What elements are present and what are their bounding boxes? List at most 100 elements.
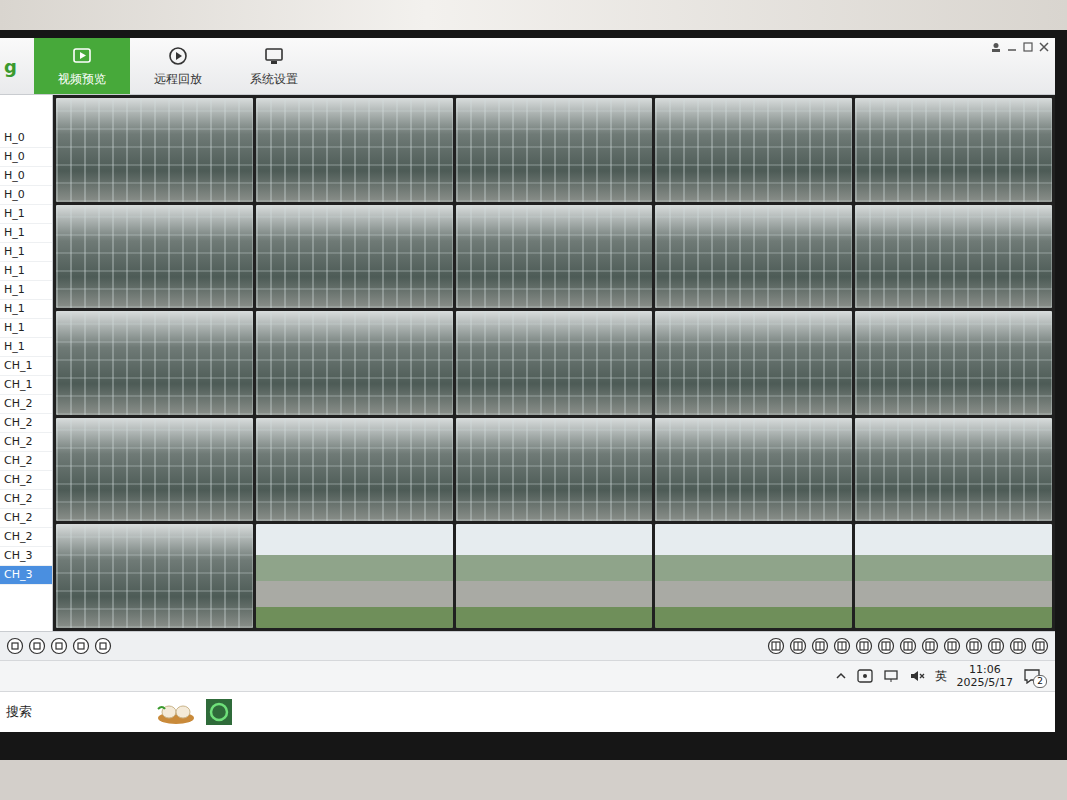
camera-tile[interactable] [56, 524, 253, 628]
camera-tile[interactable] [655, 205, 852, 309]
notification-badge: 2 [1033, 675, 1047, 688]
wall [0, 760, 1067, 800]
sidebar-item[interactable]: H_1 [0, 262, 52, 281]
camera-tile[interactable] [855, 205, 1052, 309]
fit-icon[interactable] [28, 637, 46, 655]
sidebar-item[interactable]: H_0 [0, 186, 52, 205]
sidebar-item[interactable]: H_1 [0, 243, 52, 262]
zoom-icon[interactable] [94, 637, 112, 655]
sidebar-item[interactable]: H_0 [0, 148, 52, 167]
sidebar-item[interactable]: CH_2 [0, 414, 52, 433]
camera-tile[interactable] [256, 524, 453, 628]
camera-tile[interactable] [456, 98, 653, 202]
sidebar-item[interactable]: CH_2 [0, 528, 52, 547]
sidebar-item[interactable]: CH_2 [0, 509, 52, 528]
tray-app-icon[interactable] [857, 669, 873, 683]
nav-tab[interactable]: 远程回放 [130, 38, 226, 94]
chevron-up-icon[interactable] [835, 670, 847, 682]
muted-speaker-icon[interactable] [909, 669, 925, 683]
tab-label: 视频预览 [58, 71, 106, 88]
toolbar [0, 631, 1055, 660]
app-circle-icon[interactable] [206, 699, 232, 725]
channel-sidebar: H_0H_0H_0H_0H_1H_1H_1H_1H_1H_1H_1H_1CH_1… [0, 95, 53, 631]
sidebar-item[interactable]: H_1 [0, 205, 52, 224]
layout-icon[interactable] [789, 637, 807, 655]
layout-icon[interactable] [965, 637, 983, 655]
sidebar-item[interactable]: H_1 [0, 338, 52, 357]
layout-icon[interactable] [1031, 637, 1049, 655]
camera-tile[interactable] [655, 524, 852, 628]
layout-icon[interactable] [855, 637, 873, 655]
video-preview-icon [71, 45, 93, 67]
camera-tile[interactable] [655, 311, 852, 415]
clock[interactable]: 11:062025/5/17 [957, 663, 1013, 689]
fullscreen-icon[interactable] [6, 637, 24, 655]
header-bar: g视频预览远程回放系统设置 [0, 38, 1055, 95]
camera-tile[interactable] [855, 524, 1052, 628]
layout-icon[interactable] [833, 637, 851, 655]
camera-tile[interactable] [456, 524, 653, 628]
tab-label: 远程回放 [154, 71, 202, 88]
refresh-icon[interactable] [72, 637, 90, 655]
sidebar-item[interactable]: CH_1 [0, 376, 52, 395]
layout-icon[interactable] [767, 637, 785, 655]
network-icon[interactable] [883, 669, 899, 683]
camera-tile[interactable] [855, 98, 1052, 202]
sidebar-item[interactable]: H_0 [0, 129, 52, 148]
screen: g视频预览远程回放系统设置H_0H_0H_0H_0H_1H_1H_1H_1H_1… [0, 38, 1055, 732]
layout-icon[interactable] [921, 637, 939, 655]
input-method[interactable]: 英 [935, 668, 947, 685]
camera-tile[interactable] [56, 98, 253, 202]
sidebar-item[interactable]: CH_2 [0, 471, 52, 490]
camera-tile[interactable] [855, 311, 1052, 415]
layout-icon[interactable] [943, 637, 961, 655]
layout-icon[interactable] [1009, 637, 1027, 655]
camera-tile[interactable] [256, 205, 453, 309]
nav-tab[interactable]: 视频预览 [34, 38, 130, 94]
sidebar-item[interactable]: CH_2 [0, 452, 52, 471]
user-icon[interactable] [991, 42, 1001, 52]
layout-icon[interactable] [811, 637, 829, 655]
sidebar-item[interactable]: CH_2 [0, 490, 52, 509]
nav-tab[interactable]: 系统设置 [226, 38, 322, 94]
taskbar: 英 11:062025/5/17 2 [0, 660, 1055, 691]
minimize-icon[interactable] [1007, 42, 1017, 52]
sidebar-item[interactable]: H_1 [0, 224, 52, 243]
sidebar-item[interactable]: CH_2 [0, 395, 52, 414]
sidebar-item[interactable]: CH_3 [0, 566, 52, 585]
sidebar-item[interactable]: CH_2 [0, 433, 52, 452]
notification-button[interactable]: 2 [1023, 668, 1041, 684]
monitor-bezel [0, 732, 1067, 760]
search-label[interactable]: 搜索 [6, 703, 146, 721]
camera-tile[interactable] [56, 418, 253, 522]
monitor: g视频预览远程回放系统设置H_0H_0H_0H_0H_1H_1H_1H_1H_1… [0, 30, 1067, 732]
camera-tile[interactable] [456, 311, 653, 415]
sidebar-item[interactable]: CH_1 [0, 357, 52, 376]
close-icon[interactable] [1039, 42, 1049, 52]
sidebar-item[interactable]: H_0 [0, 167, 52, 186]
playback-icon [167, 45, 189, 67]
maximize-icon[interactable] [1023, 42, 1033, 52]
camera-tile[interactable] [456, 205, 653, 309]
camera-tile[interactable] [56, 311, 253, 415]
camera-tile[interactable] [256, 311, 453, 415]
camera-tile[interactable] [855, 418, 1052, 522]
sidebar-item[interactable]: H_1 [0, 319, 52, 338]
camera-tile[interactable] [256, 418, 453, 522]
settings-monitor-icon [263, 45, 285, 67]
sidebar-item[interactable]: CH_3 [0, 547, 52, 566]
camera-tile[interactable] [655, 98, 852, 202]
sidebar-item[interactable]: H_1 [0, 281, 52, 300]
camera-tile[interactable] [56, 205, 253, 309]
header-fill [322, 38, 985, 94]
layout-icon[interactable] [899, 637, 917, 655]
sidebar-item[interactable]: H_1 [0, 300, 52, 319]
steamed-bun-icon[interactable] [156, 699, 196, 725]
camera-tile[interactable] [456, 418, 653, 522]
layout-icon[interactable] [987, 637, 1005, 655]
window-controls [985, 38, 1055, 94]
camera-tile[interactable] [655, 418, 852, 522]
camera-tile[interactable] [256, 98, 453, 202]
stop-icon[interactable] [50, 637, 68, 655]
layout-icon[interactable] [877, 637, 895, 655]
